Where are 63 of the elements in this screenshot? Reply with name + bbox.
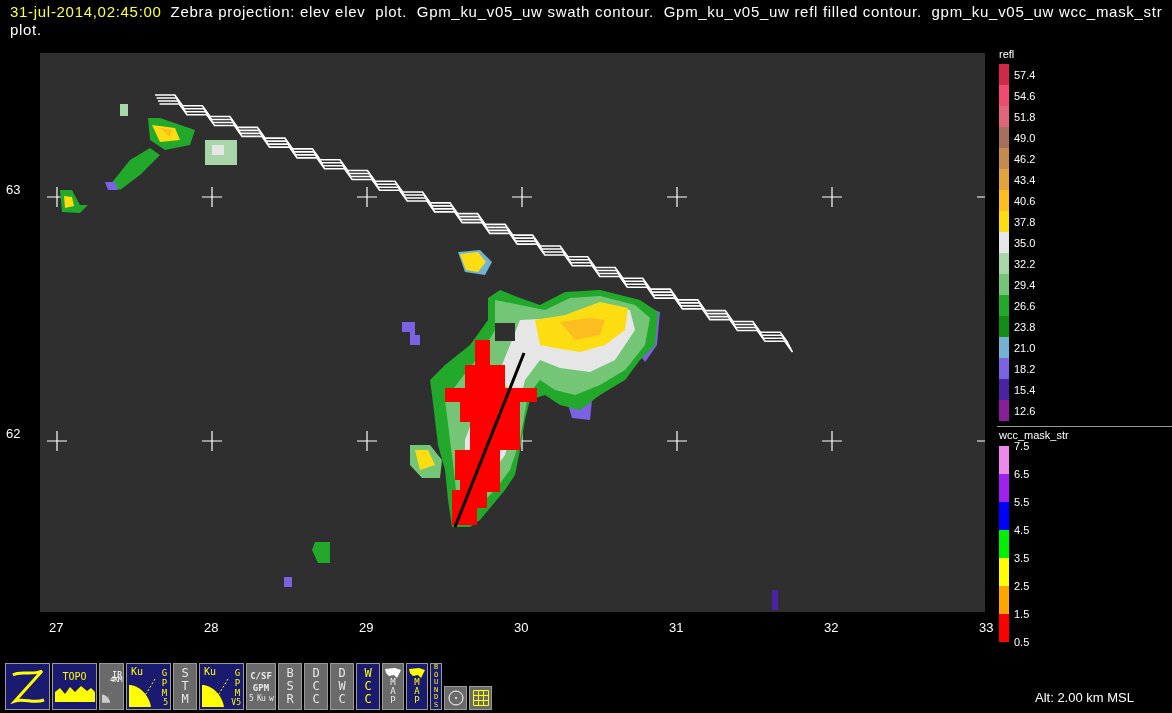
legend-value: 5.5 (1014, 495, 1030, 510)
toolbar-button[interactable]: MAP (406, 663, 428, 710)
grid-cross (666, 430, 688, 452)
axis-label: 33 (979, 620, 994, 636)
legend-value: 37.8 (1014, 215, 1036, 228)
toolbar-button[interactable]: MAP (382, 663, 404, 710)
legend-value: 6.5 (1014, 467, 1030, 482)
grid-cross (46, 430, 68, 452)
legend-value: 26.6 (1014, 299, 1036, 312)
grid-cross (666, 186, 688, 208)
toolbar-button[interactable]: Ku GPM V5 (199, 663, 244, 710)
legend-value: 23.8 (1014, 320, 1036, 333)
legend-value: 43.4 (1014, 173, 1036, 186)
axis-label: 32 (824, 620, 839, 636)
legend-value: 49.0 (1014, 131, 1036, 144)
axis-label: 62 (6, 426, 21, 442)
legend-value: 40.6 (1014, 194, 1036, 207)
toolbar-button[interactable]: BSR (278, 663, 302, 710)
toolbar-button[interactable]: Ku GPM 5 (126, 663, 171, 710)
toolbar-button[interactable]: DWC (330, 663, 354, 710)
grid-cross (356, 186, 378, 208)
legend-value: 2.5 (1014, 579, 1030, 594)
legend-value: 51.8 (1014, 110, 1036, 123)
legend-title: refl (999, 47, 1016, 62)
axis-label: 29 (359, 620, 374, 636)
toolbar-button[interactable]: TOPO (52, 663, 97, 710)
axis-label: 63 (6, 182, 21, 198)
legend-value: 57.4 (1014, 68, 1036, 81)
toolbar-button[interactable]: WCC (356, 663, 380, 710)
grid-cross (821, 430, 843, 452)
legend-value: 12.6 (1014, 404, 1036, 417)
axis-label: 31 (669, 620, 684, 636)
legend-value: 7.5 (1014, 440, 1030, 454)
altitude-label: Alt: 2.00 km MSL (1035, 690, 1134, 705)
legend-value: 3.5 (1014, 551, 1030, 566)
usa-map-icon (385, 668, 401, 678)
grid-cross (201, 430, 223, 452)
legend-value: 54.6 (1014, 89, 1036, 102)
usa-map-icon (409, 668, 425, 678)
legend-value: 1.5 (1014, 607, 1030, 622)
grid-cross (356, 430, 378, 452)
toolbar-button[interactable]: STM (173, 663, 197, 710)
legend-value: 35.0 (1014, 236, 1036, 249)
axis-label: 30 (514, 620, 529, 636)
legend-value: 46.2 (1014, 152, 1036, 165)
grid-cross (511, 186, 533, 208)
axis-label: 27 (49, 620, 64, 636)
legend-value: 29.4 (1014, 278, 1036, 291)
plot-title: 31-jul-2014,02:45:00 Zebra projection: elev elev plot. Gpm_ku_v05_uw swath contour. Gpm_ku_v05_uw refl filled contour. gpm_ku_v05_uw wcc_mask_str plot. (9, 2, 1164, 40)
toolbar-button[interactable]: DCC (304, 663, 328, 710)
legend-value: 32.2 (1014, 257, 1036, 270)
grid-icon (472, 690, 489, 706)
legend-value: 18.2 (1014, 362, 1036, 375)
legend-value: 15.4 (1014, 383, 1036, 396)
axis-label: 28 (204, 620, 219, 636)
grid-cross (201, 186, 223, 208)
toolbar-button[interactable] (5, 663, 50, 710)
toolbar-button[interactable]: C/SF GPM 5 Ku w (246, 663, 276, 710)
legend-value: 0.5 (1014, 635, 1030, 650)
target-icon (447, 690, 464, 706)
grid-cross (821, 186, 843, 208)
legend-value: 21.0 (1014, 341, 1036, 354)
legend-value: 4.5 (1014, 523, 1030, 538)
